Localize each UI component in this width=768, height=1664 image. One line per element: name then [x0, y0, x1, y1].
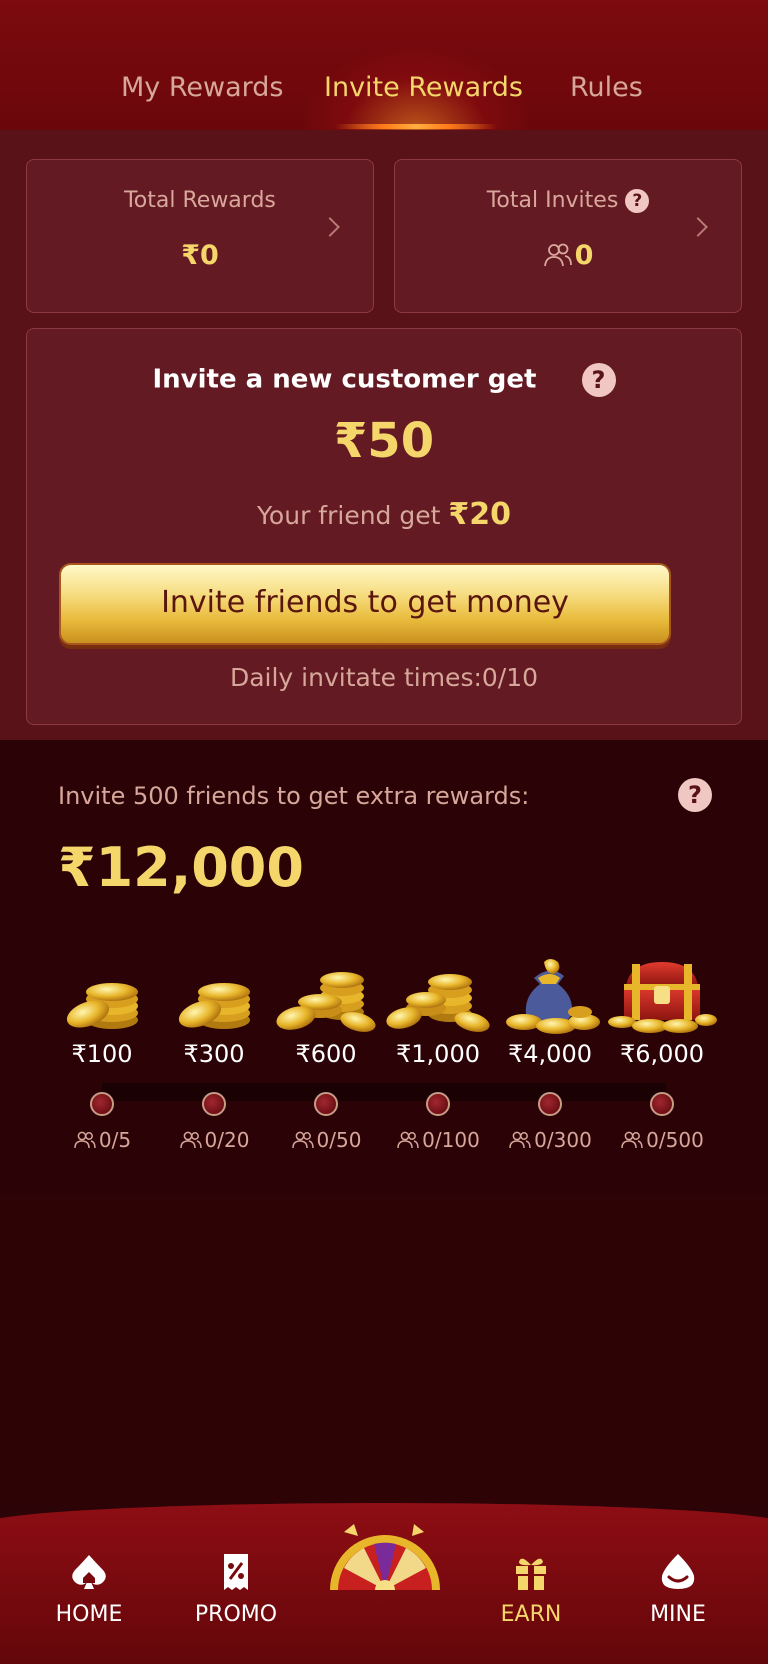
- tier-marker: [650, 1092, 674, 1116]
- nav-promo-label: PROMO: [194, 1602, 278, 1627]
- tier-progress-row: 0/100: [382, 1128, 494, 1152]
- milestone-tier-1[interactable]: ₹100 0/5: [46, 956, 158, 1156]
- tier-marker: [426, 1092, 450, 1116]
- friend-reward-line: Your friend get ₹20: [27, 497, 741, 532]
- tier-marker: [202, 1092, 226, 1116]
- nav-home[interactable]: HOME: [34, 1552, 144, 1627]
- tier-marker: [90, 1092, 114, 1116]
- tab-bar: My Rewards Invite Rewards Rules: [0, 50, 768, 130]
- user-drop-icon: [661, 1554, 695, 1589]
- total-rewards-card[interactable]: Total Rewards ₹0: [26, 159, 374, 313]
- tab-rules[interactable]: Rules: [570, 72, 643, 103]
- tier-reward: ₹600: [295, 1040, 357, 1068]
- nav-promo[interactable]: PROMO: [181, 1552, 291, 1627]
- tier-progress: 0/50: [316, 1128, 362, 1152]
- nav-mine-label: MINE: [650, 1602, 706, 1627]
- treasure-chest-icon: [608, 962, 717, 1033]
- total-invites-value: 0: [574, 240, 594, 271]
- milestone-tier-5[interactable]: ₹4,000 0/300: [494, 956, 606, 1156]
- daily-invite-times: Daily invitate times:0/10: [229, 663, 539, 692]
- nav-earn[interactable]: EARN: [476, 1552, 586, 1627]
- invite-friends-button[interactable]: Invite friends to get money: [59, 563, 671, 645]
- invite-title-row: Invite a new customer get ?: [27, 363, 741, 397]
- extra-rewards-title: Invite 500 friends to get extra rewards:: [58, 782, 530, 810]
- tier-progress-row: 0/50: [270, 1128, 382, 1152]
- friend-reward-label: Your friend get: [256, 501, 441, 530]
- tier-progress: 0/5: [98, 1128, 132, 1152]
- milestone-tier-6[interactable]: ₹6,000 0/500: [606, 956, 718, 1156]
- tier-marker: [538, 1092, 562, 1116]
- tier-progress-row: 0/20: [158, 1128, 270, 1152]
- total-invites-title: Total Invites ?: [395, 188, 741, 213]
- help-icon[interactable]: ?: [625, 189, 650, 213]
- invite-title: Invite a new customer get: [152, 364, 537, 395]
- tier-progress: 0/100: [422, 1128, 480, 1152]
- active-tab-indicator: [335, 124, 497, 129]
- tab-my-rewards[interactable]: My Rewards: [121, 72, 283, 103]
- tier-reward: ₹4,000: [508, 1040, 592, 1068]
- promo-ticket-icon: [224, 1554, 248, 1590]
- tier-progress-row: 0/5: [46, 1128, 158, 1152]
- empty-area: [0, 1195, 768, 1505]
- total-rewards-label: Total Rewards: [124, 188, 276, 213]
- total-invites-label: Total Invites: [486, 188, 619, 213]
- invite-content: Total Rewards ₹0 Total Invites ? 0 Invit…: [0, 130, 768, 740]
- tier-reward: ₹300: [183, 1040, 245, 1068]
- money-bag-icon: [506, 959, 600, 1034]
- chevron-right-icon: [320, 217, 340, 237]
- tier-progress: 0/300: [534, 1128, 592, 1152]
- lucky-wheel-icon[interactable]: [324, 1510, 446, 1590]
- people-icon: [179, 1131, 202, 1149]
- tier-progress: 0/20: [204, 1128, 250, 1152]
- milestone-tier-2[interactable]: ₹300 0/20: [158, 956, 270, 1156]
- coin-pile-icon: [276, 972, 376, 1032]
- milestone-tier-4[interactable]: ₹1,000 0/100: [382, 956, 494, 1156]
- tier-reward: ₹6,000: [620, 1040, 704, 1068]
- invite-amount: ₹50: [333, 413, 435, 469]
- coin-pile-icon: [386, 974, 490, 1032]
- nav-home-label: HOME: [55, 1602, 123, 1627]
- people-icon: [621, 1131, 643, 1149]
- chevron-right-icon: [688, 217, 708, 237]
- tab-invite-rewards[interactable]: Invite Rewards: [324, 72, 523, 103]
- tier-progress: 0/500: [646, 1128, 704, 1152]
- people-icon: [74, 1131, 96, 1149]
- tier-progress-row: 0/300: [494, 1128, 606, 1152]
- friend-reward-amount: ₹20: [448, 497, 511, 532]
- extra-rewards-amount: ₹12,000: [58, 836, 304, 899]
- total-invites-card[interactable]: Total Invites ? 0: [394, 159, 742, 313]
- small-coin-stack-icon: [178, 983, 250, 1029]
- tier-reward: ₹100: [71, 1040, 133, 1068]
- help-icon[interactable]: ?: [581, 363, 616, 397]
- tier-progress-row: 0/500: [606, 1128, 718, 1152]
- people-icon: [291, 1131, 314, 1149]
- tier-reward: ₹1,000: [396, 1040, 480, 1068]
- people-icon: [543, 243, 572, 267]
- people-icon: [397, 1131, 419, 1149]
- small-coin-stack-icon: [66, 983, 138, 1029]
- total-rewards-value: ₹0: [181, 240, 219, 271]
- nav-earn-label: EARN: [500, 1602, 562, 1627]
- nav-mine[interactable]: MINE: [623, 1552, 733, 1627]
- total-invites-value-row: 0: [395, 240, 741, 271]
- people-icon: [509, 1131, 531, 1149]
- milestone-tier-3[interactable]: ₹600 0/50: [270, 956, 382, 1156]
- tier-marker: [314, 1092, 338, 1116]
- help-icon[interactable]: ?: [678, 778, 712, 812]
- gift-icon: [516, 1558, 546, 1590]
- invite-card: Invite a new customer get ? ₹50 Your fri…: [26, 328, 742, 725]
- spade-home-icon: [72, 1555, 106, 1589]
